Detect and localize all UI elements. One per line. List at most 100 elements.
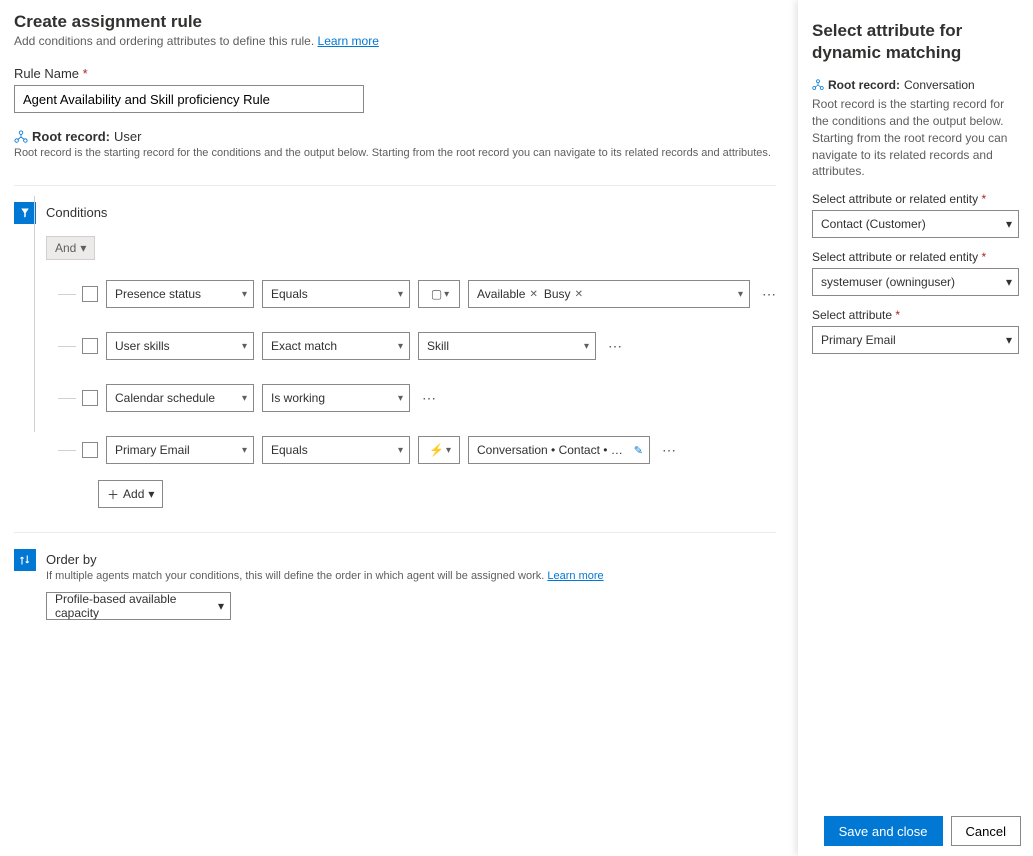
chevron-down-icon: ▾ (1006, 333, 1012, 347)
panel-label-text: Select attribute (812, 308, 892, 322)
panel-label-text: Select attribute or related entity (812, 250, 978, 264)
orderby-dropdown[interactable]: Profile-based available capacity ▾ (46, 592, 231, 620)
operator-dropdown[interactable]: Equals ▾ (262, 436, 410, 464)
operator-dropdown[interactable]: Is working ▾ (262, 384, 410, 412)
chevron-down-icon: ▾ (148, 487, 154, 501)
hierarchy-icon (14, 130, 28, 144)
panel-dropdown-2[interactable]: systemuser (owninguser) ▾ (812, 268, 1019, 296)
more-options-icon[interactable]: ⋯ (604, 338, 626, 355)
rule-name-input[interactable] (14, 85, 364, 113)
attribute-dropdown[interactable]: User skills ▾ (106, 332, 254, 360)
row-checkbox[interactable] (82, 338, 98, 354)
row-checkbox[interactable] (82, 286, 98, 302)
required-asterisk: * (83, 66, 88, 81)
condition-row: Primary Email ▾ Equals ▾ ⚡ ▾ Conversatio… (82, 424, 780, 476)
panel-field-label-3: Select attribute * (812, 308, 1019, 322)
panel-description: Root record is the starting record for t… (812, 96, 1019, 180)
learn-more-link[interactable]: Learn more (318, 34, 379, 48)
panel-title: Select attribute for dynamic matching (812, 20, 1019, 64)
operator-value: Equals (271, 443, 308, 457)
orderby-title: Order by (46, 552, 776, 567)
orderby-value: Profile-based available capacity (55, 592, 218, 620)
group-operator-dropdown[interactable]: And ▾ (46, 236, 95, 260)
chevron-down-icon: ▾ (218, 599, 224, 613)
chevron-down-icon: ▾ (398, 341, 403, 352)
save-and-close-button[interactable]: Save and close (824, 816, 943, 846)
page-title: Create assignment rule (14, 12, 776, 32)
chevron-down-icon: ▾ (444, 289, 449, 300)
more-options-icon[interactable]: ⋯ (758, 286, 780, 303)
lightning-icon: ⚡ (429, 443, 444, 457)
add-condition-button[interactable]: ＋ Add ▾ (98, 480, 163, 508)
remove-tag-icon[interactable]: ✕ (575, 289, 583, 300)
page-subtitle: Add conditions and ordering attributes t… (14, 34, 776, 48)
operator-dropdown[interactable]: Exact match ▾ (262, 332, 410, 360)
value-dropdown[interactable]: Available✕ Busy✕ ▾ (468, 280, 750, 308)
cancel-button[interactable]: Cancel (951, 816, 1021, 846)
condition-row: Calendar schedule ▾ Is working ▾ ⋯ (82, 372, 780, 424)
tag-text: Available (477, 287, 525, 301)
operator-value: Equals (271, 287, 308, 301)
chevron-down-icon: ▾ (242, 445, 247, 456)
root-record-description: Root record is the starting record for t… (14, 146, 776, 161)
condition-row: User skills ▾ Exact match ▾ Skill ▾ ⋯ (82, 320, 780, 372)
condition-row: Presence status ▾ Equals ▾ ▢ ▾ Available… (82, 268, 780, 320)
required-asterisk: * (895, 308, 900, 322)
group-operator-label: And (55, 241, 76, 255)
panel-label-text: Select attribute or related entity (812, 192, 978, 206)
tag-text: Busy (544, 287, 571, 301)
attribute-dropdown[interactable]: Calendar schedule ▾ (106, 384, 254, 412)
tag-busy: Busy ✕ (544, 287, 583, 301)
add-label: Add (123, 487, 144, 501)
dynamic-value-field[interactable]: Conversation • Contact • User • P... ✎ (468, 436, 650, 464)
panel-dd-value: systemuser (owninguser) (821, 275, 955, 289)
chevron-down-icon: ▾ (242, 393, 247, 404)
chevron-down-icon: ▾ (1006, 275, 1012, 289)
attribute-value: User skills (115, 339, 170, 353)
remove-tag-icon[interactable]: ✕ (529, 289, 537, 300)
attribute-value: Primary Email (115, 443, 190, 457)
attribute-value: Presence status (115, 287, 201, 301)
panel-field-label-1: Select attribute or related entity * (812, 192, 1019, 206)
panel-dropdown-3[interactable]: Primary Email ▾ (812, 326, 1019, 354)
tag-available: Available ✕ (477, 287, 538, 301)
more-options-icon[interactable]: ⋯ (658, 442, 680, 459)
panel-root-value: Conversation (904, 78, 975, 92)
required-asterisk: * (981, 250, 986, 264)
chevron-down-icon: ▾ (584, 341, 589, 352)
attribute-dropdown[interactable]: Primary Email ▾ (106, 436, 254, 464)
attribute-value: Calendar schedule (115, 391, 215, 405)
dynamic-attribute-panel: Select attribute for dynamic matching Ro… (798, 0, 1033, 856)
attribute-dropdown[interactable]: Presence status ▾ (106, 280, 254, 308)
rule-name-label: Rule Name * (14, 66, 776, 81)
hierarchy-icon (812, 79, 824, 91)
plus-icon: ＋ (107, 486, 119, 503)
orderby-description: If multiple agents match your conditions… (46, 570, 776, 582)
chevron-down-icon: ▾ (398, 445, 403, 456)
conditions-title: Conditions (46, 205, 780, 220)
conditions-icon (14, 202, 36, 224)
value-type-selector[interactable]: ⚡ ▾ (418, 436, 460, 464)
dynamic-value-text: Conversation • Contact • User • P... (477, 443, 630, 457)
orderby-learn-more-link[interactable]: Learn more (547, 570, 603, 582)
panel-dd-value: Primary Email (821, 333, 896, 347)
chevron-down-icon: ▾ (242, 289, 247, 300)
chevron-down-icon: ▾ (242, 341, 247, 352)
edit-icon[interactable]: ✎ (634, 444, 643, 457)
row-checkbox[interactable] (82, 390, 98, 406)
operator-value: Exact match (271, 339, 337, 353)
root-record-line: Root record: User (14, 129, 776, 144)
operator-dropdown[interactable]: Equals ▾ (262, 280, 410, 308)
chevron-down-icon: ▾ (1006, 217, 1012, 231)
chevron-down-icon: ▾ (398, 289, 403, 300)
row-checkbox[interactable] (82, 442, 98, 458)
panel-root-record: Root record: Conversation (812, 78, 1019, 92)
value-type-selector[interactable]: ▢ ▾ (418, 280, 460, 308)
required-asterisk: * (981, 192, 986, 206)
value-dropdown[interactable]: Skill ▾ (418, 332, 596, 360)
root-record-value: User (114, 129, 141, 144)
panel-dropdown-1[interactable]: Contact (Customer) ▾ (812, 210, 1019, 238)
more-options-icon[interactable]: ⋯ (418, 390, 440, 407)
tag-icon: ▢ (431, 287, 442, 301)
panel-root-label: Root record: (828, 78, 900, 92)
